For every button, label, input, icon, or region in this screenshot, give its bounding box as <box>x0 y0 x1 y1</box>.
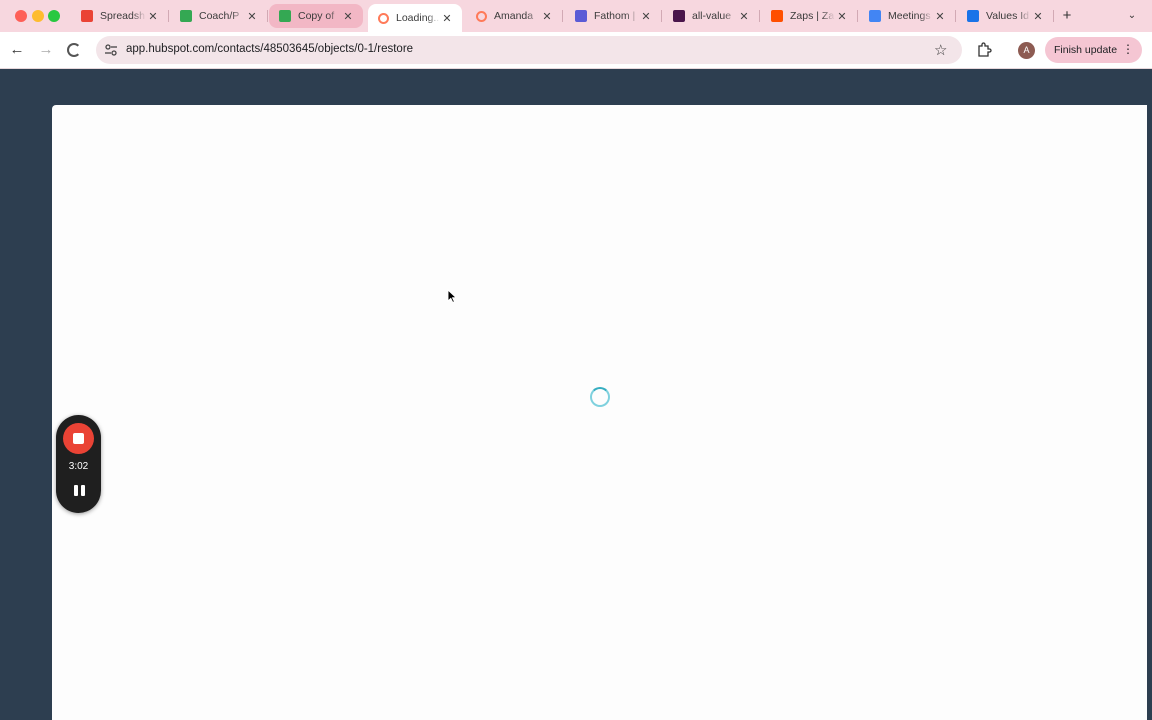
close-tab-icon[interactable]: ✕ <box>245 9 259 23</box>
stop-icon <box>73 433 84 444</box>
recording-timer: 3:02 <box>68 461 89 472</box>
site-info-icon[interactable] <box>104 43 118 57</box>
browser-tab[interactable]: all-value ✕ <box>663 4 760 28</box>
more-vert-icon: ⋮ <box>1122 42 1134 56</box>
tab-separator <box>168 10 169 22</box>
tab-title: Spreadsh <box>100 10 145 22</box>
close-tab-icon[interactable]: ✕ <box>1031 9 1045 23</box>
new-tab-button[interactable]: + <box>1059 8 1075 24</box>
tab-title: Meetings <box>888 10 931 22</box>
tab-separator <box>759 10 760 22</box>
gmail-icon <box>81 10 93 22</box>
close-tab-icon[interactable]: ✕ <box>639 9 653 23</box>
close-tab-icon[interactable]: ✕ <box>540 9 554 23</box>
browser-tab[interactable]: Zaps | Za ✕ <box>761 4 858 28</box>
zapier-icon <box>771 10 783 22</box>
tab-title: Coach/P <box>199 10 240 22</box>
slack-icon <box>673 10 685 22</box>
content-panel <box>52 105 1147 720</box>
tab-separator <box>267 10 268 22</box>
tab-separator <box>562 10 563 22</box>
sheets-icon <box>180 10 192 22</box>
extensions-puzzle-icon[interactable] <box>976 42 992 58</box>
tab-title: Copy of <box>298 10 335 22</box>
tab-strip: Spreadsh ✕ Coach/P ✕ Copy of ✕ Loading... ✕ Aman… <box>0 0 1152 32</box>
tab-separator <box>857 10 858 22</box>
close-tab-icon[interactable]: ✕ <box>933 9 947 23</box>
tab-title: Amanda <box>494 10 534 22</box>
minimize-window-button[interactable] <box>32 10 44 22</box>
finish-update-label: Finish update <box>1054 44 1118 56</box>
sheets-icon <box>279 10 291 22</box>
tab-title: Loading... <box>396 12 440 24</box>
hubspot-top-nav <box>0 70 1152 105</box>
tab-search-chevron-icon[interactable]: ⌄ <box>1125 8 1139 24</box>
url-text[interactable]: app.hubspot.com/contacts/48503645/object… <box>126 43 413 55</box>
calendar-icon <box>967 10 979 22</box>
tab-title: Values Id <box>986 10 1029 22</box>
stop-loading-icon[interactable] <box>67 43 81 57</box>
browser-tab[interactable]: Spreadsh ✕ <box>71 4 169 28</box>
browser-toolbar: ← → app.hubspot.com/contacts/48503645/ob… <box>0 32 1152 69</box>
close-tab-icon[interactable]: ✕ <box>146 9 160 23</box>
close-tab-icon[interactable]: ✕ <box>341 9 355 23</box>
hubspot-icon <box>476 10 487 22</box>
bookmark-star-icon[interactable]: ☆ <box>934 41 947 59</box>
stop-recording-button[interactable] <box>63 423 94 454</box>
docs-icon <box>869 10 881 22</box>
forward-button[interactable]: → <box>37 41 55 59</box>
close-tab-icon[interactable]: ✕ <box>835 9 849 23</box>
mouse-cursor-icon <box>447 289 457 303</box>
fathom-icon <box>575 10 587 22</box>
tab-title: Fathom | <box>594 10 636 22</box>
finish-update-button[interactable]: Finish update ⋮ <box>1045 37 1142 63</box>
browser-tab[interactable]: Fathom | ✕ <box>565 4 662 28</box>
close-tab-icon[interactable]: ✕ <box>737 9 751 23</box>
browser-tab[interactable]: Loading... ✕ <box>368 4 462 32</box>
screen-recorder-widget: 3:02 <box>56 415 101 513</box>
profile-avatar[interactable]: A <box>1018 42 1035 59</box>
address-bar[interactable]: app.hubspot.com/contacts/48503645/object… <box>96 36 962 64</box>
browser-tab[interactable]: Values Id ✕ <box>957 4 1054 28</box>
hubspot-loading-icon <box>378 12 389 24</box>
close-window-button[interactable] <box>15 10 27 22</box>
pause-icon[interactable] <box>71 485 87 499</box>
browser-tab[interactable]: Amanda ✕ <box>466 4 563 28</box>
maximize-window-button[interactable] <box>48 10 60 22</box>
tab-title: Zaps | Za <box>790 10 835 22</box>
tab-separator <box>661 10 662 22</box>
tab-separator <box>955 10 956 22</box>
close-tab-icon[interactable]: ✕ <box>440 11 454 25</box>
tab-title: all-value <box>692 10 732 22</box>
browser-tab[interactable]: Copy of ✕ <box>269 4 363 28</box>
back-button[interactable]: ← <box>8 41 26 59</box>
browser-tab[interactable]: Coach/P ✕ <box>170 4 268 28</box>
tab-separator <box>1053 10 1054 22</box>
browser-tab[interactable]: Meetings ✕ <box>859 4 956 28</box>
loading-spinner-icon <box>590 387 610 407</box>
